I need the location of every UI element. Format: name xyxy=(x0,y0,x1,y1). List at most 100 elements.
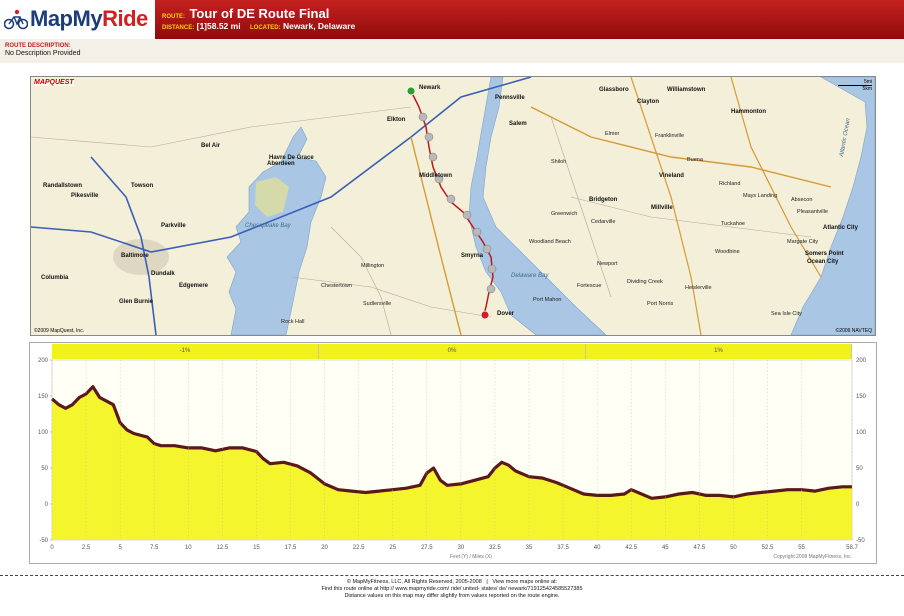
x-tick: 2.5 xyxy=(82,545,91,551)
svg-text:Cedarville: Cedarville xyxy=(591,219,615,225)
svg-text:Sudlersville: Sudlersville xyxy=(363,301,391,307)
svg-text:Aberdeen: Aberdeen xyxy=(267,161,295,167)
elevation-chart: 200 200150 150100 10050 500 0-50 -500 2.5 5 7.5 10… xyxy=(38,358,867,551)
svg-text:Sea Isle City: Sea Isle City xyxy=(771,311,802,317)
svg-text:Parkville: Parkville xyxy=(161,223,186,229)
svg-text:Glassboro: Glassboro xyxy=(599,87,629,93)
svg-text:Hammonton: Hammonton xyxy=(731,109,766,115)
y-tick-left: 150 xyxy=(38,394,49,400)
elevation-axis-label: Feet (Y) / Miles (X) xyxy=(450,554,492,560)
header-bar: MapMyRide ROUTE: Tour of DE Route Final … xyxy=(0,0,904,40)
y-tick-left: 0 xyxy=(45,502,49,508)
mapquest-logo: MAPQUEST xyxy=(34,79,74,86)
y-tick-left: 100 xyxy=(38,430,49,436)
y-tick-right: 0 xyxy=(856,502,860,508)
x-tick: 10 xyxy=(185,545,192,551)
y-tick-right: 200 xyxy=(856,358,867,364)
route-stats: DISTANCE: [1]58.52 mi LOCATED: Newark, D… xyxy=(162,21,355,31)
x-tick: 0 xyxy=(50,545,54,551)
footer-more-maps: View more maps online at: xyxy=(492,579,558,585)
elevation-profile: 200 200 150 150 100 100 50 50 0 0 -50 -50 0 2.5 5 7.5 10… xyxy=(29,342,877,564)
description-label: ROUTE DESCRIPTION: xyxy=(5,43,71,49)
logo[interactable]: MapMyRide xyxy=(0,0,155,40)
svg-text:Port Mahon: Port Mahon xyxy=(533,297,561,303)
svg-text:Port Norris: Port Norris xyxy=(647,301,674,307)
svg-text:Glen Burnie: Glen Burnie xyxy=(119,299,154,305)
x-tick: 37.5 xyxy=(557,545,569,551)
svg-text:Ocean City: Ocean City xyxy=(807,259,839,265)
x-tick: 15 xyxy=(253,545,260,551)
footer-route-url[interactable]: Find this route online at http:// www.ma… xyxy=(0,586,904,593)
svg-text:Salem: Salem xyxy=(509,121,527,127)
x-tick: 22.5 xyxy=(353,545,365,551)
svg-text:Dover: Dover xyxy=(497,311,515,317)
svg-text:Chesapeake Bay: Chesapeake Bay xyxy=(245,223,292,229)
svg-text:Franklinville: Franklinville xyxy=(655,133,684,139)
svg-text:Absecon: Absecon xyxy=(791,197,812,203)
svg-text:Bel Air: Bel Air xyxy=(201,143,221,149)
x-tick: 50 xyxy=(730,545,737,551)
x-tick: 47.5 xyxy=(694,545,706,551)
route-map[interactable]: Baltimore Elkton Newark Middletown Smyrn… xyxy=(30,76,876,336)
svg-text:Richland: Richland xyxy=(719,181,740,187)
svg-text:Heislerville: Heislerville xyxy=(685,285,712,291)
svg-text:Vineland: Vineland xyxy=(659,173,684,179)
svg-text:Somers Point: Somers Point xyxy=(805,251,844,257)
map-copyright: ©2009 MapQuest, Inc. xyxy=(34,328,85,334)
route-start-marker xyxy=(406,86,416,96)
svg-text:Millington: Millington xyxy=(361,263,384,269)
navteq-copyright: ©2009 NAVTEQ xyxy=(835,328,872,334)
svg-text:Mays Landing: Mays Landing xyxy=(743,193,777,199)
footer-disclaimer: Distance values on this map may differ s… xyxy=(344,593,560,599)
svg-text:Newport: Newport xyxy=(597,261,618,267)
svg-text:Atlantic Ocean: Atlantic Ocean xyxy=(839,117,852,158)
footer-divider xyxy=(0,575,904,576)
x-tick: 7.5 xyxy=(150,545,159,551)
svg-text:Havre De Grace: Havre De Grace xyxy=(269,155,314,161)
svg-text:Delaware Bay: Delaware Bay xyxy=(511,273,549,279)
svg-text:Margate City: Margate City xyxy=(787,239,818,245)
svg-text:Greenwich: Greenwich xyxy=(551,211,577,217)
svg-text:Chestertown: Chestertown xyxy=(321,283,352,289)
svg-text:Baltimore: Baltimore xyxy=(121,253,149,259)
location-value: Newark, Delaware xyxy=(282,21,356,31)
svg-text:Clayton: Clayton xyxy=(637,99,659,105)
grade-segment: -1% xyxy=(52,344,319,359)
svg-text:Newark: Newark xyxy=(419,85,441,91)
footer: © MapMyFitness, LLC, All Rights Reserved… xyxy=(0,579,904,600)
y-tick-right: 100 xyxy=(856,430,867,436)
x-tick: 42.5 xyxy=(625,545,637,551)
map-canvas: Baltimore Elkton Newark Middletown Smyrn… xyxy=(31,77,875,335)
svg-text:Pennsville: Pennsville xyxy=(495,95,525,101)
x-tick: 12.5 xyxy=(217,545,229,551)
svg-text:Rock Hall: Rock Hall xyxy=(281,319,305,325)
x-tick: 27.5 xyxy=(421,545,433,551)
cyclist-icon xyxy=(4,9,28,30)
svg-text:Fortescue: Fortescue xyxy=(577,283,601,289)
y-tick-right: 50 xyxy=(856,466,863,472)
svg-text:Smyrna: Smyrna xyxy=(461,253,484,259)
svg-text:Atlantic City: Atlantic City xyxy=(823,225,859,231)
svg-text:Bridgeton: Bridgeton xyxy=(589,197,618,203)
svg-text:Middletown: Middletown xyxy=(419,173,452,179)
svg-text:Woodland Beach: Woodland Beach xyxy=(529,239,571,245)
svg-text:Dundalk: Dundalk xyxy=(151,271,175,277)
distance-label: DISTANCE: xyxy=(162,25,195,31)
elevation-copyright: Copyright 2008 MapMyFitness, Inc. xyxy=(773,554,852,560)
x-tick: 32.5 xyxy=(489,545,501,551)
x-tick: 30 xyxy=(458,545,465,551)
x-tick: 45 xyxy=(662,545,669,551)
svg-text:Millville: Millville xyxy=(651,205,673,211)
svg-text:Dividing Creek: Dividing Creek xyxy=(627,279,663,285)
grade-segment: 0% xyxy=(319,344,586,359)
x-tick: 35 xyxy=(526,545,533,551)
svg-text:Randallstown: Randallstown xyxy=(43,183,82,189)
svg-text:Tuckahoe: Tuckahoe xyxy=(721,221,745,227)
x-tick: 25 xyxy=(389,545,396,551)
svg-text:Williamstown: Williamstown xyxy=(667,87,706,93)
y-tick-left: 50 xyxy=(41,466,48,472)
route-title: Tour of DE Route Final xyxy=(189,6,330,21)
x-tick: 55 xyxy=(798,545,805,551)
svg-text:Columbia: Columbia xyxy=(41,275,69,281)
route-description: ROUTE DESCRIPTION: No Description Provid… xyxy=(0,39,904,63)
